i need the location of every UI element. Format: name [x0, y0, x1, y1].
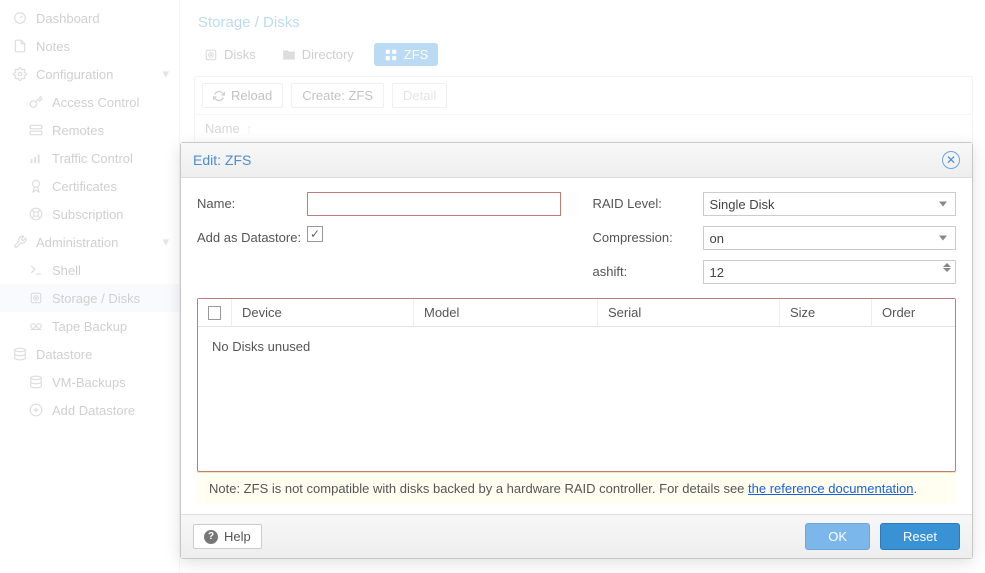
- raid-value: Single Disk: [710, 197, 775, 212]
- ashift-value: 12: [710, 265, 724, 280]
- column-size[interactable]: Size: [780, 299, 872, 326]
- note-suffix: .: [914, 481, 918, 496]
- column-model[interactable]: Model: [414, 299, 598, 326]
- column-device[interactable]: Device: [232, 299, 414, 326]
- dialog-body: Name: Add as Datastore: ✓ RAID Level: Si…: [181, 178, 972, 514]
- select-all-checkbox[interactable]: [198, 299, 232, 326]
- help-label: Help: [224, 529, 251, 544]
- name-label: Name:: [197, 192, 307, 211]
- spinner-icon: [943, 263, 951, 272]
- column-order[interactable]: Order: [872, 299, 955, 326]
- raid-level-label: RAID Level:: [593, 192, 703, 211]
- note-banner: Note: ZFS is not compatible with disks b…: [197, 472, 956, 504]
- reset-button[interactable]: Reset: [880, 523, 960, 550]
- reference-documentation-link[interactable]: the reference documentation: [748, 481, 914, 496]
- close-button[interactable]: ✕: [942, 151, 960, 169]
- close-icon: ✕: [946, 153, 956, 167]
- dialog-header: Edit: ZFS ✕: [181, 143, 972, 178]
- chevron-down-icon: [939, 236, 947, 241]
- add-as-datastore-checkbox[interactable]: ✓: [307, 226, 323, 242]
- ashift-label: ashift:: [593, 260, 703, 279]
- name-field[interactable]: [307, 192, 561, 216]
- add-as-datastore-label: Add as Datastore:: [197, 226, 307, 245]
- compression-value: on: [710, 231, 724, 246]
- dialog-title: Edit: ZFS: [193, 152, 251, 168]
- column-serial[interactable]: Serial: [598, 299, 780, 326]
- dialog-footer: ? Help OK Reset: [181, 514, 972, 558]
- compression-select[interactable]: on: [703, 226, 957, 250]
- note-text: Note: ZFS is not compatible with disks b…: [209, 481, 748, 496]
- help-icon: ?: [204, 530, 218, 544]
- chevron-down-icon: [939, 202, 947, 207]
- ok-button[interactable]: OK: [805, 523, 870, 550]
- raid-level-select[interactable]: Single Disk: [703, 192, 957, 216]
- disk-list-empty: No Disks unused: [198, 327, 955, 471]
- ashift-stepper[interactable]: 12: [703, 260, 957, 284]
- disk-list-header: Device Model Serial Size Order: [198, 299, 955, 327]
- edit-zfs-dialog: Edit: ZFS ✕ Name: Add as Datastore: ✓: [180, 142, 973, 559]
- help-button[interactable]: ? Help: [193, 524, 262, 549]
- disk-list: Device Model Serial Size Order No Disks …: [197, 298, 956, 472]
- compression-label: Compression:: [593, 226, 703, 245]
